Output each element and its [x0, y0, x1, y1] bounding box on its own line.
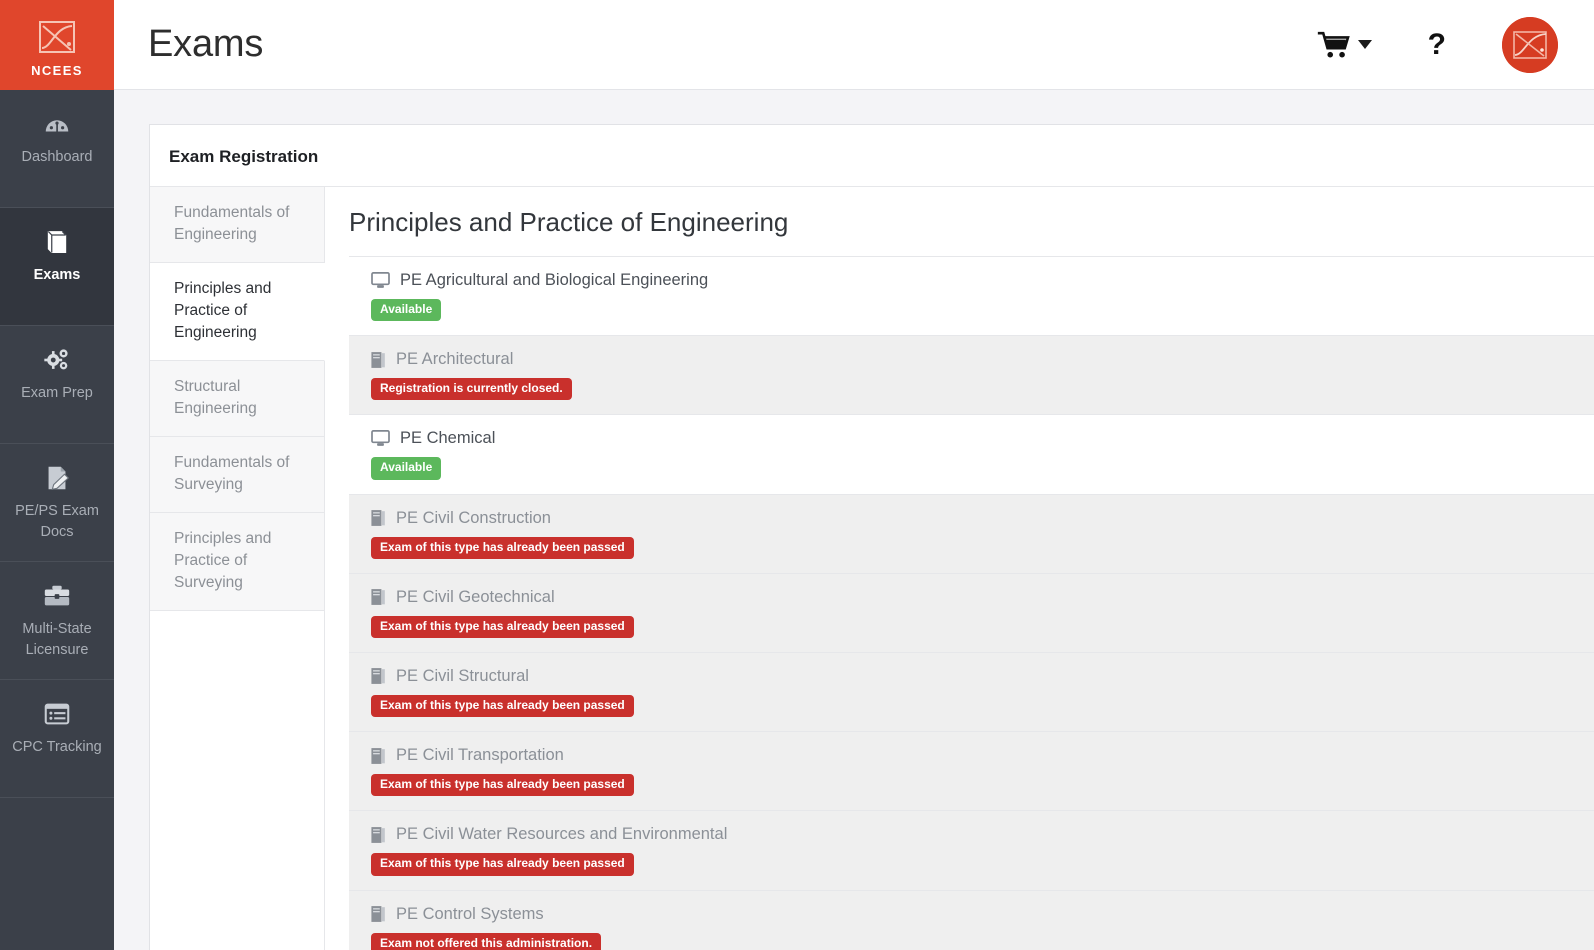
sidebar-item-multi-state-licensure[interactable]: Multi-State Licensure	[0, 562, 114, 680]
briefcase-icon	[40, 580, 74, 612]
exam-row-header: PE Civil Construction	[371, 509, 1594, 528]
exam-row-header: PE Civil Geotechnical	[371, 588, 1594, 607]
exam-name: PE Civil Geotechnical	[396, 588, 555, 607]
exam-row-header: PE Chemical	[371, 429, 1594, 448]
status-badge[interactable]: Available	[371, 457, 441, 479]
sidebar-item-label: Exams	[34, 265, 81, 286]
sidebar-item-label: Multi-State Licensure	[6, 619, 108, 661]
status-badge: Exam of this type has already been passe…	[371, 616, 634, 638]
exam-name: PE Civil Construction	[396, 509, 551, 528]
tab-fundamentals-of-engineering[interactable]: Fundamentals of Engineering	[150, 187, 324, 263]
exam-row-header: PE Civil Water Resources and Environment…	[371, 825, 1594, 844]
exam-row[interactable]: PE Civil Geotechnical Exam of this type h…	[349, 574, 1594, 653]
page-title: Exams	[148, 23, 263, 66]
sidebar-item-label: Dashboard	[22, 147, 93, 168]
paper-book-icon	[371, 747, 386, 765]
list-icon	[40, 698, 74, 730]
exam-row[interactable]: PE Civil Water Resources and Environment…	[349, 811, 1594, 890]
card-header: Exam Registration	[150, 125, 1594, 187]
card-title: Exam Registration	[169, 147, 318, 166]
paper-book-icon	[371, 351, 386, 369]
exam-name: PE Chemical	[400, 429, 495, 448]
status-badge[interactable]: Available	[371, 299, 441, 321]
status-badge: Exam of this type has already been passe…	[371, 695, 634, 717]
sidebar-item-label: CPC Tracking	[12, 737, 101, 758]
paper-book-icon	[371, 588, 386, 606]
cart-button[interactable]	[1317, 31, 1372, 59]
left-sidebar: NCEES Dashboard Exams	[0, 0, 114, 950]
paper-book-icon	[371, 826, 386, 844]
top-bar-actions: ?	[1317, 17, 1558, 73]
sidebar-item-cpc-tracking[interactable]: CPC Tracking	[0, 680, 114, 798]
dashboard-gauge-icon	[40, 108, 74, 140]
exam-row-header: PE Architectural	[371, 350, 1594, 369]
tab-principles-and-practice-of-engineering[interactable]: Principles and Practice of Engineering	[150, 263, 325, 361]
exam-row[interactable]: PE Civil Structural Exam of this type has…	[349, 653, 1594, 732]
top-bar: Exams ?	[114, 0, 1594, 90]
exam-row-header: PE Agricultural and Biological Engineeri…	[371, 271, 1594, 290]
status-badge: Exam of this type has already been passe…	[371, 774, 634, 796]
exam-row-header: PE Civil Structural	[371, 667, 1594, 686]
sidebar-item-exam-prep[interactable]: Exam Prep	[0, 326, 114, 444]
ncees-logo-icon	[33, 17, 81, 61]
shopping-cart-icon	[1317, 31, 1351, 59]
exam-registration-card: Exam Registration Fundamentals of Engine…	[149, 124, 1594, 950]
exam-row-header: PE Civil Transportation	[371, 746, 1594, 765]
exam-name: PE Civil Structural	[396, 667, 529, 686]
sidebar-item-label: PE/PS Exam Docs	[6, 501, 108, 543]
card-body: Fundamentals of Engineering Principles a…	[150, 187, 1594, 950]
exam-name: PE Civil Water Resources and Environment…	[396, 825, 727, 844]
gears-icon	[40, 344, 74, 376]
document-pencil-icon	[40, 462, 74, 494]
status-badge: Exam of this type has already been passe…	[371, 537, 634, 559]
exam-name: PE Agricultural and Biological Engineeri…	[400, 271, 708, 290]
exam-list: PE Agricultural and Biological Engineeri…	[349, 256, 1594, 950]
exam-row[interactable]: PE Agricultural and Biological Engineeri…	[349, 257, 1594, 336]
exam-panel: Principles and Practice of Engineering P…	[325, 187, 1594, 950]
exam-row[interactable]: PE Control Systems Exam not offered this …	[349, 891, 1594, 950]
paper-book-icon	[371, 905, 386, 923]
status-badge: Registration is currently closed.	[371, 378, 572, 400]
help-button[interactable]: ?	[1428, 30, 1446, 60]
main-column: Exams ?	[114, 0, 1594, 950]
computer-monitor-icon	[371, 430, 390, 447]
computer-monitor-icon	[371, 272, 390, 289]
content-area: Exam Registration Fundamentals of Engine…	[114, 90, 1594, 950]
exam-row[interactable]: PE Architectural Registration is currentl…	[349, 336, 1594, 415]
brand-logo[interactable]: NCEES	[0, 0, 114, 90]
sidebar-item-pe-ps-exam-docs[interactable]: PE/PS Exam Docs	[0, 444, 114, 562]
exam-category-tabs: Fundamentals of Engineering Principles a…	[150, 187, 325, 950]
tab-fundamentals-of-surveying[interactable]: Fundamentals of Surveying	[150, 437, 324, 513]
sidebar-item-exams[interactable]: Exams	[0, 208, 114, 326]
sidebar-item-label: Exam Prep	[21, 383, 93, 404]
status-badge: Exam not offered this administration.	[371, 933, 601, 950]
paper-book-icon	[371, 667, 386, 685]
panel-title: Principles and Practice of Engineering	[349, 207, 1594, 238]
chevron-down-icon	[1358, 40, 1372, 49]
exam-name: PE Civil Transportation	[396, 746, 564, 765]
paper-book-icon	[371, 509, 386, 527]
sidebar-item-dashboard[interactable]: Dashboard	[0, 90, 114, 208]
sidebar-filler	[0, 798, 114, 950]
exam-name: PE Architectural	[396, 350, 513, 369]
exam-row-header: PE Control Systems	[371, 905, 1594, 924]
exam-row[interactable]: PE Civil Transportation Exam of this type…	[349, 732, 1594, 811]
brand-name: NCEES	[31, 63, 83, 78]
exam-row[interactable]: PE Chemical Available	[349, 415, 1594, 494]
tab-principles-and-practice-of-surveying[interactable]: Principles and Practice of Surveying	[150, 513, 324, 611]
book-icon	[40, 226, 74, 258]
exam-row[interactable]: PE Civil Construction Exam of this type h…	[349, 495, 1594, 574]
user-avatar-ncees-icon[interactable]	[1502, 17, 1558, 73]
tab-structural-engineering[interactable]: Structural Engineering	[150, 361, 324, 437]
status-badge: Exam of this type has already been passe…	[371, 853, 634, 875]
exam-name: PE Control Systems	[396, 905, 544, 924]
